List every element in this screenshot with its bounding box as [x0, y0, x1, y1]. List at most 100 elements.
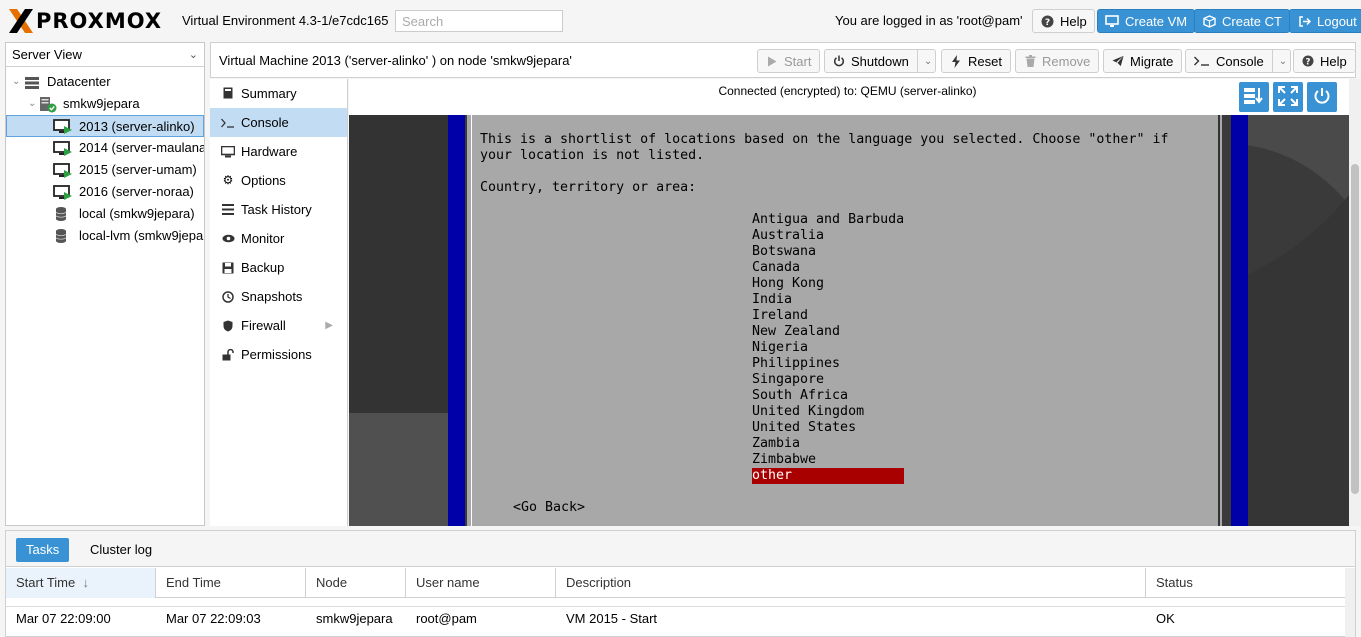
- nav-permissions[interactable]: Permissions: [210, 340, 347, 369]
- task-grid-scrollbar[interactable]: [1345, 568, 1355, 637]
- nav-monitor[interactable]: Monitor: [210, 224, 347, 253]
- country-option[interactable]: Ireland: [752, 308, 808, 324]
- console-scrollbar[interactable]: [1349, 79, 1361, 526]
- header-help-button[interactable]: ? Help: [1293, 49, 1356, 73]
- start-button[interactable]: Start: [757, 49, 821, 73]
- country-option[interactable]: Antigua and Barbuda: [752, 212, 904, 228]
- column-status[interactable]: Status: [1146, 568, 1346, 598]
- column-description[interactable]: Description: [556, 568, 1146, 598]
- chevron-down-icon[interactable]: ⌄: [1271, 50, 1290, 72]
- shutdown-button[interactable]: Shutdown ⌄: [824, 49, 936, 73]
- remove-button[interactable]: Remove: [1015, 49, 1100, 73]
- country-option-selected[interactable]: other: [752, 468, 904, 484]
- nav-task-history[interactable]: Task History: [210, 195, 347, 224]
- column-user-name[interactable]: User name: [406, 568, 556, 598]
- fullscreen-button[interactable]: [1273, 82, 1303, 112]
- help-button[interactable]: ? Help: [1032, 9, 1095, 33]
- tree-item-label: 2014 (server-maulana: [79, 140, 204, 155]
- country-option[interactable]: Hong Kong: [752, 276, 824, 292]
- top-bar: PROXMOX Virtual Environment 4.3-1/e7cdc1…: [0, 0, 1361, 42]
- country-option[interactable]: Botswana: [752, 244, 816, 260]
- send-keys-button[interactable]: [1239, 82, 1269, 112]
- collapse-toggle-icon[interactable]: ⌄: [12, 71, 20, 93]
- tree-item-vm-2016[interactable]: 2016 (server-noraa): [6, 181, 204, 203]
- table-row[interactable]: Mar 07 22:09:00 Mar 07 22:09:03 smkw9jep…: [6, 606, 1346, 630]
- tree-item-vm-2013[interactable]: 2013 (server-alinko): [6, 115, 204, 137]
- nav-console[interactable]: Console: [210, 108, 347, 137]
- tree-item-vm-2015[interactable]: 2015 (server-umam): [6, 159, 204, 181]
- tree-item-storage-local-lvm[interactable]: local-lvm (smkw9jepa: [6, 225, 204, 247]
- submenu-arrow-icon: ▶: [325, 320, 333, 331]
- nav-firewall[interactable]: Firewall ▶: [210, 311, 347, 340]
- country-option[interactable]: Zimbabwe: [752, 452, 816, 468]
- datacenter-icon: [24, 75, 42, 89]
- cell-node: smkw9jepara: [316, 611, 393, 626]
- reset-button-label: Reset: [968, 53, 1002, 69]
- country-option[interactable]: New Zealand: [752, 324, 840, 340]
- tab-cluster-log[interactable]: Cluster log: [80, 538, 162, 562]
- column-node[interactable]: Node: [306, 568, 406, 598]
- svg-text:?: ?: [1306, 57, 1311, 67]
- country-option[interactable]: Australia: [752, 228, 824, 244]
- nav-backup[interactable]: Backup: [210, 253, 347, 282]
- nav-label: Options: [241, 173, 286, 188]
- cell-start-time: Mar 07 22:09:00: [16, 611, 111, 626]
- history-icon: [220, 282, 236, 314]
- vm-running-icon: [53, 185, 72, 200]
- nav-options[interactable]: ⚙ Options: [210, 166, 347, 195]
- nav-label: Monitor: [241, 231, 285, 246]
- country-option[interactable]: United Kingdom: [752, 404, 864, 420]
- tree-item-node[interactable]: ⌄ smkw9jepara: [6, 93, 204, 115]
- logout-button[interactable]: Logout: [1289, 9, 1361, 33]
- nav-label: Task History: [241, 202, 312, 217]
- power-button[interactable]: [1307, 82, 1337, 112]
- tree-item-datacenter[interactable]: ⌄ Datacenter: [6, 71, 204, 93]
- reset-button[interactable]: Reset: [941, 49, 1011, 73]
- nav-label: Permissions: [241, 347, 312, 362]
- cell-status: OK: [1156, 611, 1175, 626]
- cube-icon: [1202, 14, 1216, 28]
- column-start-time[interactable]: Start Time ↓: [6, 568, 156, 598]
- country-option[interactable]: India: [752, 292, 792, 308]
- create-vm-button[interactable]: Create VM: [1097, 9, 1196, 33]
- console-button[interactable]: Console ⌄: [1185, 49, 1291, 73]
- country-option[interactable]: Philippines: [752, 356, 840, 372]
- trash-icon: [1024, 55, 1036, 67]
- view-selector[interactable]: Server View ⌄: [6, 43, 204, 67]
- monitor-icon: [220, 137, 236, 169]
- nav-summary[interactable]: Summary: [210, 79, 347, 108]
- storage-icon: [55, 228, 73, 243]
- tree-item-label: 2015 (server-umam): [79, 162, 197, 177]
- terminal-right-border: [1231, 115, 1248, 526]
- tree-item-label: local (smkw9jepara): [79, 206, 195, 221]
- country-option[interactable]: South Africa: [752, 388, 848, 404]
- nav-snapshots[interactable]: Snapshots: [210, 282, 347, 311]
- nav-hardware[interactable]: Hardware: [210, 137, 347, 166]
- column-end-time[interactable]: End Time: [156, 568, 306, 598]
- country-option[interactable]: Zambia: [752, 436, 800, 452]
- proxmox-logo: PROXMOX: [7, 8, 162, 34]
- migrate-button[interactable]: Migrate: [1103, 49, 1183, 73]
- chevron-down-icon[interactable]: ⌄: [916, 50, 935, 72]
- create-ct-button[interactable]: Create CT: [1194, 9, 1290, 33]
- question-icon: ?: [1040, 14, 1054, 28]
- view-selector-value: Server View: [12, 47, 82, 62]
- power-icon: [833, 55, 845, 67]
- tree-item-storage-local[interactable]: local (smkw9jepara): [6, 203, 204, 225]
- node-icon: [39, 97, 57, 113]
- resource-tree: ⌄ Datacenter ⌄ smkw9jepara 2013 (server-…: [6, 71, 204, 247]
- collapse-toggle-icon[interactable]: ⌄: [28, 93, 36, 115]
- paper-plane-icon: [1112, 55, 1124, 67]
- country-option[interactable]: Canada: [752, 260, 800, 276]
- help-button-label: Help: [1060, 13, 1087, 29]
- country-option[interactable]: Singapore: [752, 372, 824, 388]
- search-input[interactable]: [395, 10, 563, 32]
- country-option[interactable]: United States: [752, 420, 856, 436]
- tree-item-vm-2014[interactable]: 2014 (server-maulana: [6, 137, 204, 159]
- scrollbar-thumb[interactable]: [1351, 164, 1359, 494]
- installer-dialog[interactable]: This is a shortlist of locations based o…: [467, 115, 1222, 526]
- console-button-label: Console: [1216, 53, 1264, 69]
- country-option[interactable]: Nigeria: [752, 340, 808, 356]
- go-back-button[interactable]: <Go Back>: [513, 500, 585, 516]
- tab-tasks[interactable]: Tasks: [16, 538, 70, 562]
